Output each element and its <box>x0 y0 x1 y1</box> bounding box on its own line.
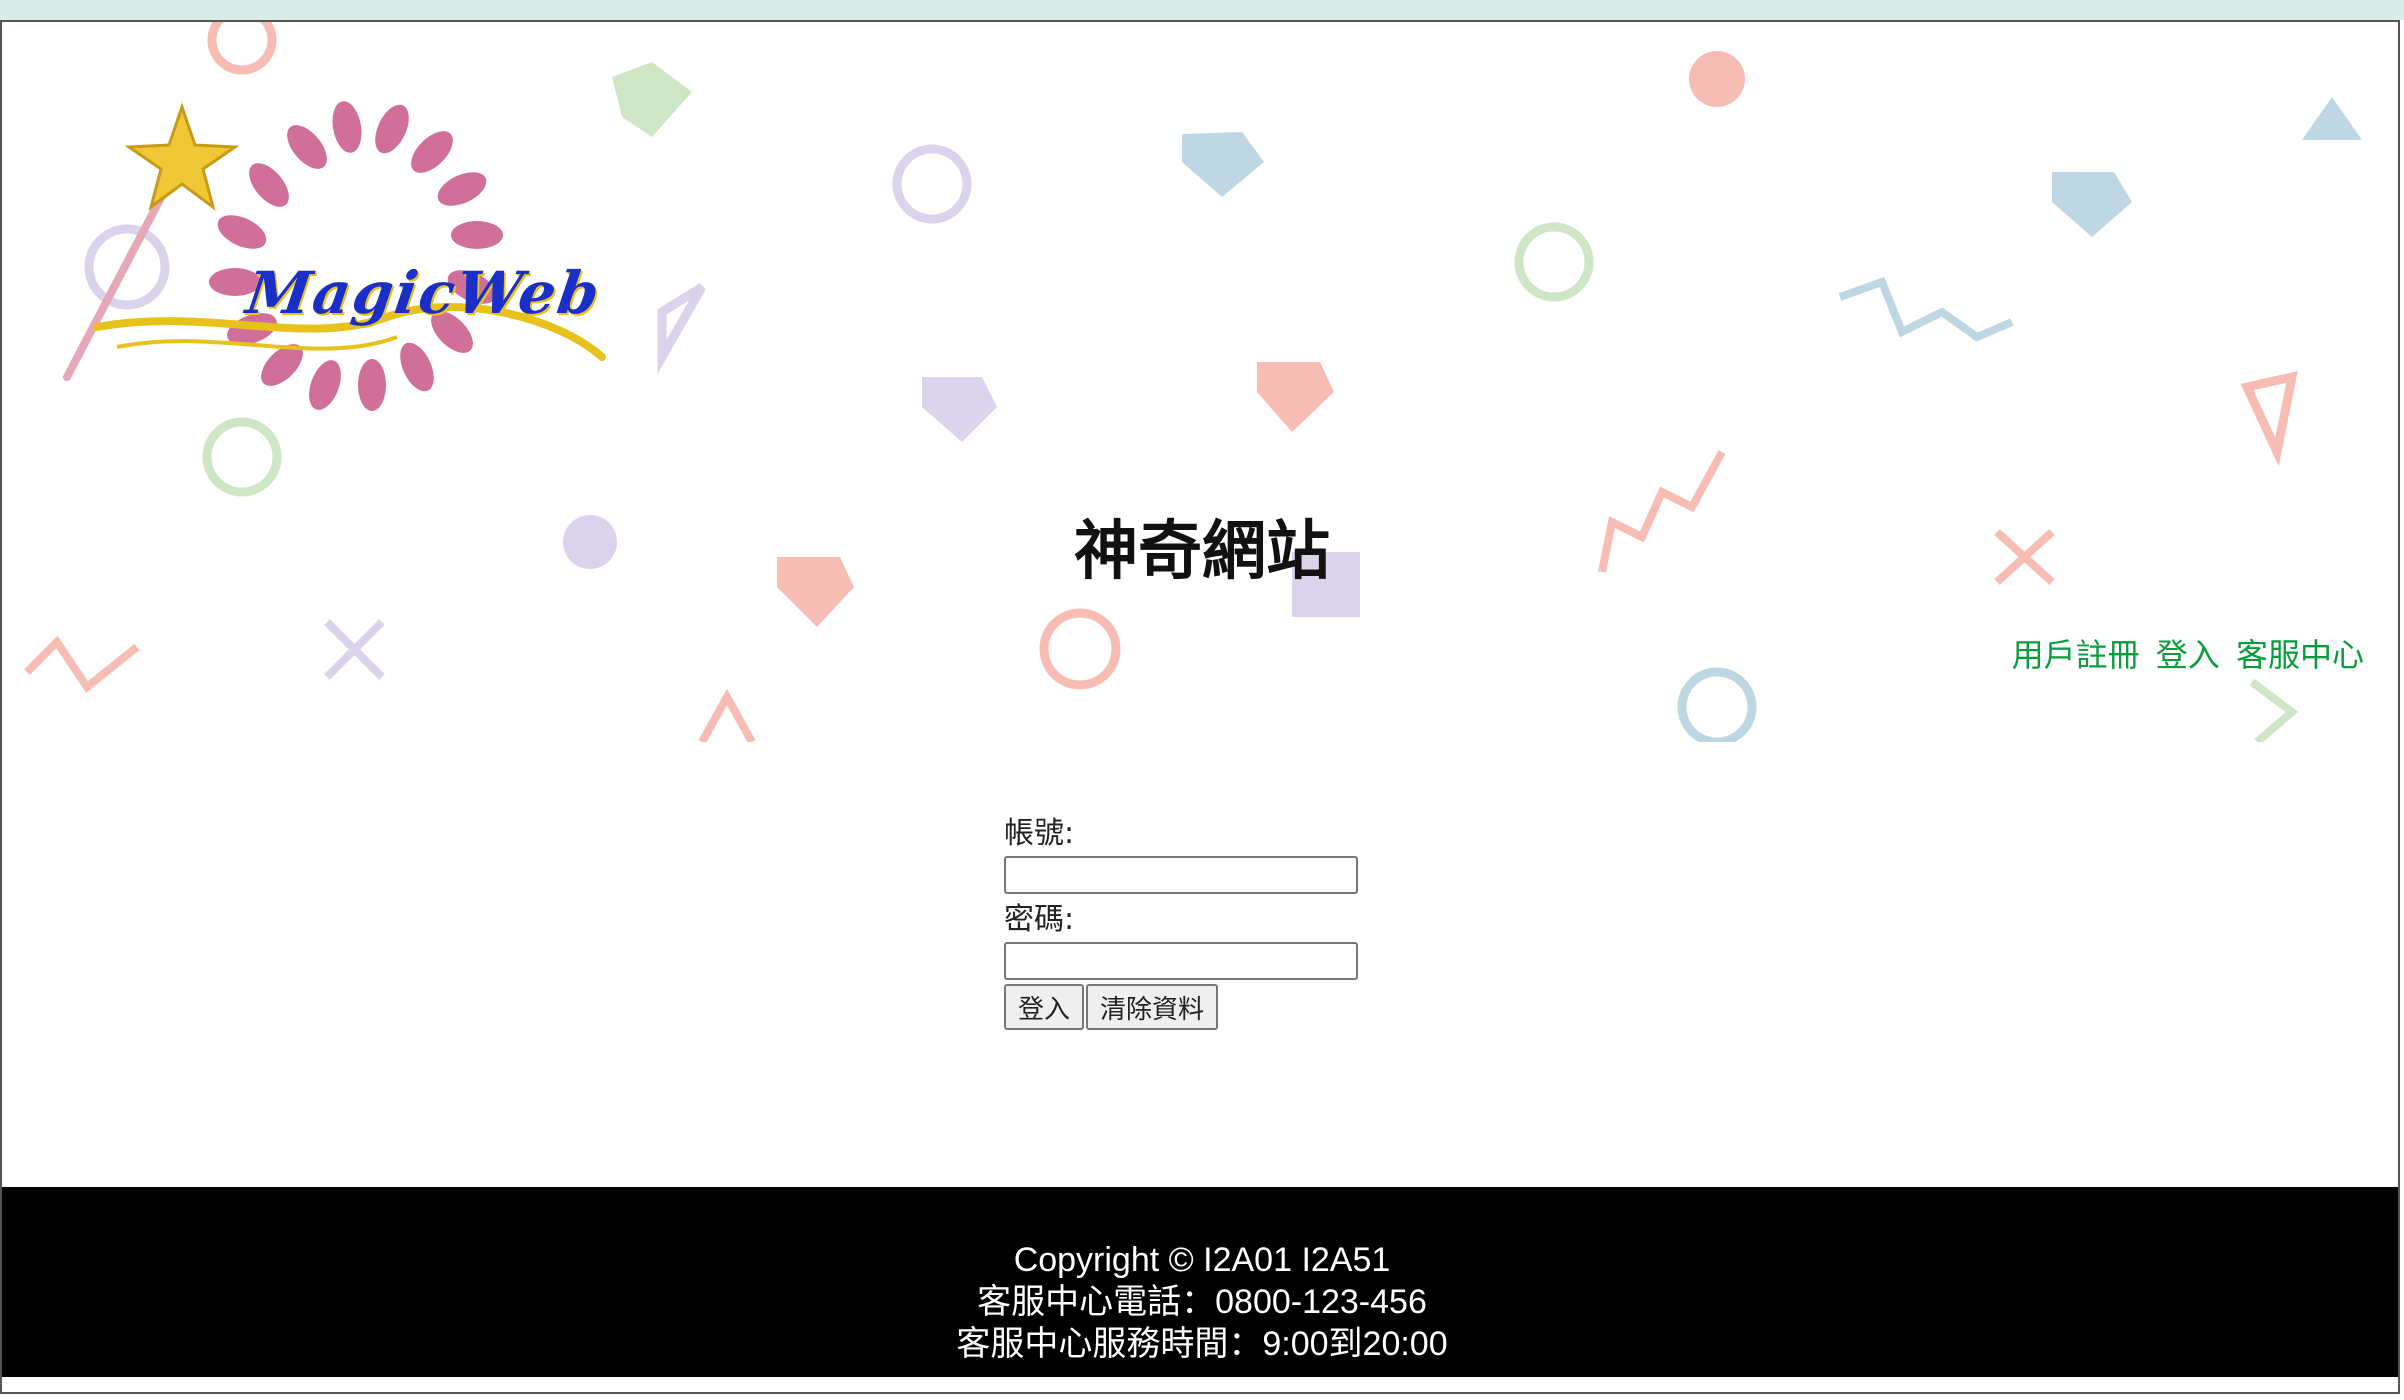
clear-button[interactable]: 清除資料 <box>1086 984 1219 1030</box>
nav-link-customer-service[interactable]: 客服中心 <box>2236 636 2364 674</box>
footer-copyright: Copyright © I2A01 I2A51 <box>1013 1241 1391 1279</box>
site-title: 神奇網站 <box>1074 515 1330 589</box>
top-strip <box>0 0 2404 20</box>
page-frame: MagicWeb 神奇網站 用戶註冊 登入 客服中心 帳號: 密碼: 登入 清除… <box>0 20 2400 1394</box>
account-label: 帳號: <box>1004 816 1075 851</box>
nav-link-register[interactable]: 用戶註冊 <box>2012 636 2140 674</box>
login-form: 帳號: 密碼: 登入 清除資料 <box>1004 812 1404 1030</box>
login-button[interactable]: 登入 <box>1004 984 1085 1030</box>
logo-text: MagicWeb <box>242 259 606 327</box>
footer-phone: 客服中心電話：0800-123-456 <box>977 1283 1427 1321</box>
account-input[interactable] <box>1004 856 1358 894</box>
site-logo[interactable]: MagicWeb <box>57 67 617 487</box>
footer: Copyright © I2A01 I2A51 客服中心電話：0800-123-… <box>2 1187 2398 1377</box>
password-label: 密碼: <box>1004 902 1075 937</box>
top-nav: 用戶註冊 登入 客服中心 <box>2006 630 2364 676</box>
footer-hours: 客服中心服務時間：9:00到20:00 <box>956 1325 1448 1363</box>
password-input[interactable] <box>1004 942 1358 980</box>
form-buttons: 登入 清除資料 <box>1004 984 1404 1030</box>
nav-link-login[interactable]: 登入 <box>2156 636 2220 674</box>
